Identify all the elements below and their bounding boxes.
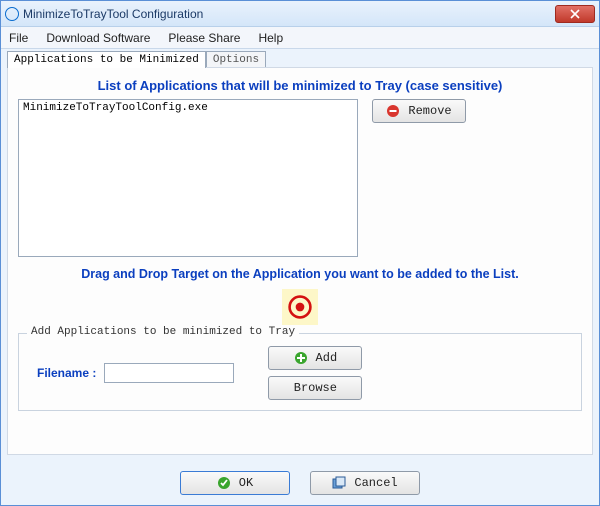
drag-heading: Drag and Drop Target on the Application … [18, 267, 582, 281]
menu-help[interactable]: Help [258, 31, 283, 45]
app-icon [5, 7, 19, 21]
add-button[interactable]: Add [268, 346, 362, 370]
list-item[interactable]: MinimizeToTrayToolConfig.exe [23, 102, 353, 114]
filename-input[interactable] [104, 363, 234, 383]
tab-strip: Applications to be Minimized Options [7, 51, 593, 68]
menu-download-software[interactable]: Download Software [46, 31, 150, 45]
dialog-button-bar: OK Cancel [1, 461, 599, 505]
applications-listbox[interactable]: MinimizeToTrayToolConfig.exe [18, 99, 358, 257]
ok-icon [217, 476, 231, 490]
ok-button-label: OK [239, 476, 253, 490]
content-area: Applications to be Minimized Options Lis… [1, 49, 599, 461]
list-heading: List of Applications that will be minimi… [18, 78, 582, 93]
filename-label: Filename : [37, 366, 96, 380]
remove-button-label: Remove [408, 104, 451, 118]
drag-target[interactable] [282, 289, 318, 325]
app-window: MinimizeToTrayTool Configuration File Do… [0, 0, 600, 506]
tab-panel-applications: List of Applications that will be minimi… [7, 67, 593, 455]
add-icon [294, 351, 308, 365]
add-button-label: Add [316, 351, 338, 365]
remove-icon [386, 104, 400, 118]
titlebar: MinimizeToTrayTool Configuration [1, 1, 599, 27]
cancel-icon [332, 476, 346, 490]
browse-button[interactable]: Browse [268, 376, 362, 400]
remove-button[interactable]: Remove [372, 99, 466, 123]
group-legend: Add Applications to be minimized to Tray [27, 326, 299, 338]
ok-button[interactable]: OK [180, 471, 290, 495]
window-title: MinimizeToTrayTool Configuration [23, 7, 203, 21]
tab-options[interactable]: Options [206, 51, 266, 68]
close-button[interactable] [555, 5, 595, 23]
close-icon [570, 9, 580, 19]
add-application-group: Add Applications to be minimized to Tray… [18, 333, 582, 411]
menu-file[interactable]: File [9, 31, 28, 45]
cancel-button-label: Cancel [354, 476, 397, 490]
menu-please-share[interactable]: Please Share [168, 31, 240, 45]
tab-applications[interactable]: Applications to be Minimized [7, 51, 206, 68]
browse-button-label: Browse [294, 381, 337, 395]
cancel-button[interactable]: Cancel [310, 471, 420, 495]
menubar: File Download Software Please Share Help [1, 27, 599, 49]
target-icon [287, 294, 313, 320]
